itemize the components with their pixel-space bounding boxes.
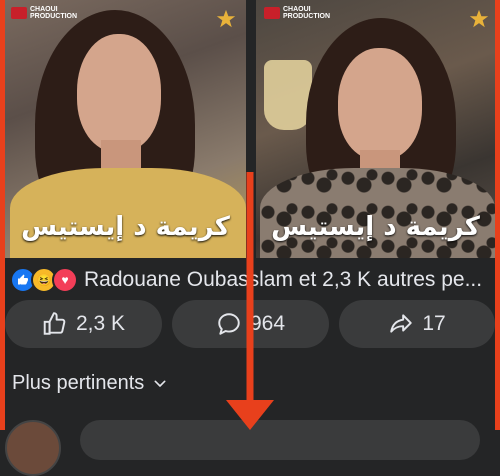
comment-button[interactable]: 964 (172, 300, 329, 348)
logo-text: CHAOUI PRODUCTION (30, 6, 78, 20)
share-count: 17 (422, 312, 446, 335)
reactions-summary[interactable]: 😆 ♥ Radouane Oubasslam et 2,3 K autres p… (10, 262, 490, 298)
reactions-text[interactable]: Radouane Oubasslam et 2,3 K autres pe... (84, 268, 482, 292)
annotation-frame-right (495, 0, 500, 430)
image-caption: كريمة د إيستيس (271, 212, 480, 242)
logo-mark-icon (264, 7, 280, 19)
share-button[interactable]: 17 (339, 300, 495, 348)
comment-input[interactable] (80, 420, 480, 460)
logo-mark-icon (11, 7, 27, 19)
post-image-left[interactable]: CHAOUI PRODUCTION كريمة د إيستيس (5, 0, 246, 258)
like-button[interactable]: 2,3 K (5, 300, 162, 348)
channel-star-icon (468, 8, 490, 30)
lamp-shape (264, 60, 312, 130)
face-shape (77, 34, 161, 152)
image-gap (246, 0, 256, 258)
image-caption: كريمة د إيستيس (21, 212, 230, 242)
comment-count: 964 (249, 312, 286, 335)
channel-star-icon (215, 8, 237, 30)
comment-sort-dropdown[interactable]: Plus pertinents (12, 372, 168, 395)
reaction-icons: 😆 ♥ (10, 267, 78, 293)
thumbs-up-icon (43, 312, 66, 335)
like-count: 2,3 K (75, 312, 126, 335)
share-arrow-icon (390, 314, 413, 333)
avatar[interactable] (5, 420, 61, 476)
logo: CHAOUI PRODUCTION (11, 6, 77, 20)
post-images[interactable]: CHAOUI PRODUCTION كريمة د إيستيس CHAOUI PR… (5, 0, 495, 258)
chevron-down-icon (154, 380, 166, 387)
action-bar: 2,3 K 964 17 (5, 300, 495, 348)
comment-bubble-icon (218, 313, 240, 335)
post-image-right[interactable]: CHAOUI PRODUCTION كريمة د إيستيس (256, 0, 495, 258)
logo: CHAOUI PRODUCTION (264, 6, 330, 20)
face-shape (338, 48, 422, 160)
sort-label: Plus pertinents (12, 372, 145, 394)
love-icon: ♥ (52, 267, 78, 293)
logo-text: CHAOUI PRODUCTION (283, 6, 331, 20)
